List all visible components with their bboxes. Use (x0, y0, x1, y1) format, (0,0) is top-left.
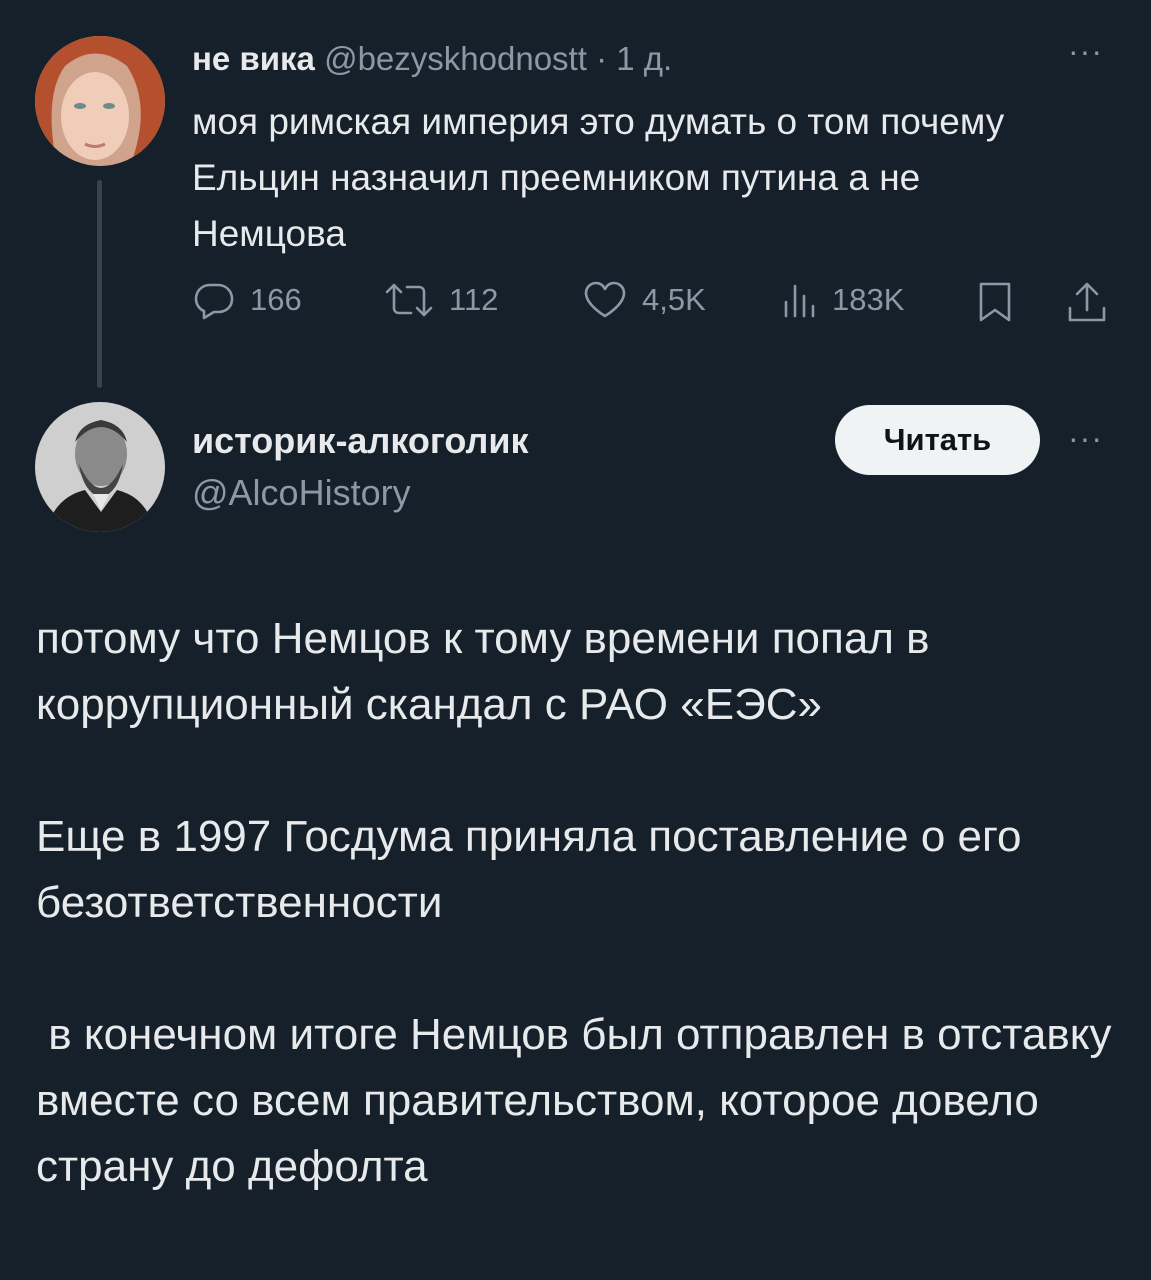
avatar-ne-vika[interactable] (35, 36, 165, 166)
reply-count: 166 (250, 282, 302, 317)
author-name[interactable]: не вика (192, 40, 315, 77)
tweet1-text: моя римская империя это думать о том поч… (192, 101, 1005, 254)
tweet2-paragraph: Еще в 1997 Госдума приняла поставление о… (36, 812, 1034, 927)
bookmark-icon (979, 282, 1011, 322)
reply-button[interactable]: 166 (192, 280, 302, 320)
views-icon (784, 284, 815, 318)
more-options-icon[interactable]: ··· (1068, 35, 1103, 67)
thread-connector-line (97, 180, 102, 388)
reply-icon (194, 283, 234, 320)
tweet-time[interactable]: 1 д. (616, 40, 672, 77)
tweet2-paragraph: в конечном итоге Немцов был отправлен в … (36, 1010, 1124, 1191)
like-button[interactable]: 4,5K (582, 280, 706, 320)
repost-count: 112 (449, 282, 499, 317)
follow-button[interactable]: Читать (835, 405, 1040, 475)
repost-icon (385, 283, 433, 317)
author-handle[interactable]: @bezyskhodnostt (324, 40, 587, 77)
share-icon (1068, 282, 1106, 322)
tweet1-header: не вика @bezyskhodnostt · 1 д. (192, 38, 672, 80)
avatar-alcohistory[interactable] (35, 402, 165, 532)
author-name[interactable]: историк-алкоголик (192, 418, 528, 464)
author-handle[interactable]: @AlcoHistory (192, 470, 411, 516)
tweet2-paragraph: потому что Немцов к тому времени попал в… (36, 614, 942, 729)
bookmark-button[interactable] (975, 280, 1015, 324)
repost-button[interactable]: 112 (383, 280, 498, 320)
header-separator: · (596, 40, 608, 77)
views-button[interactable]: 183K (778, 280, 904, 320)
like-icon (584, 281, 626, 318)
share-button[interactable] (1065, 280, 1109, 324)
more-options-icon[interactable]: ··· (1068, 422, 1103, 454)
avatar-portrait-image (35, 36, 165, 166)
views-count: 183K (832, 282, 905, 317)
avatar-portrait-image (35, 402, 165, 532)
tweet2-text: потому что Немцов к тому времени попал в… (36, 606, 1116, 1200)
like-count: 4,5K (642, 282, 706, 317)
